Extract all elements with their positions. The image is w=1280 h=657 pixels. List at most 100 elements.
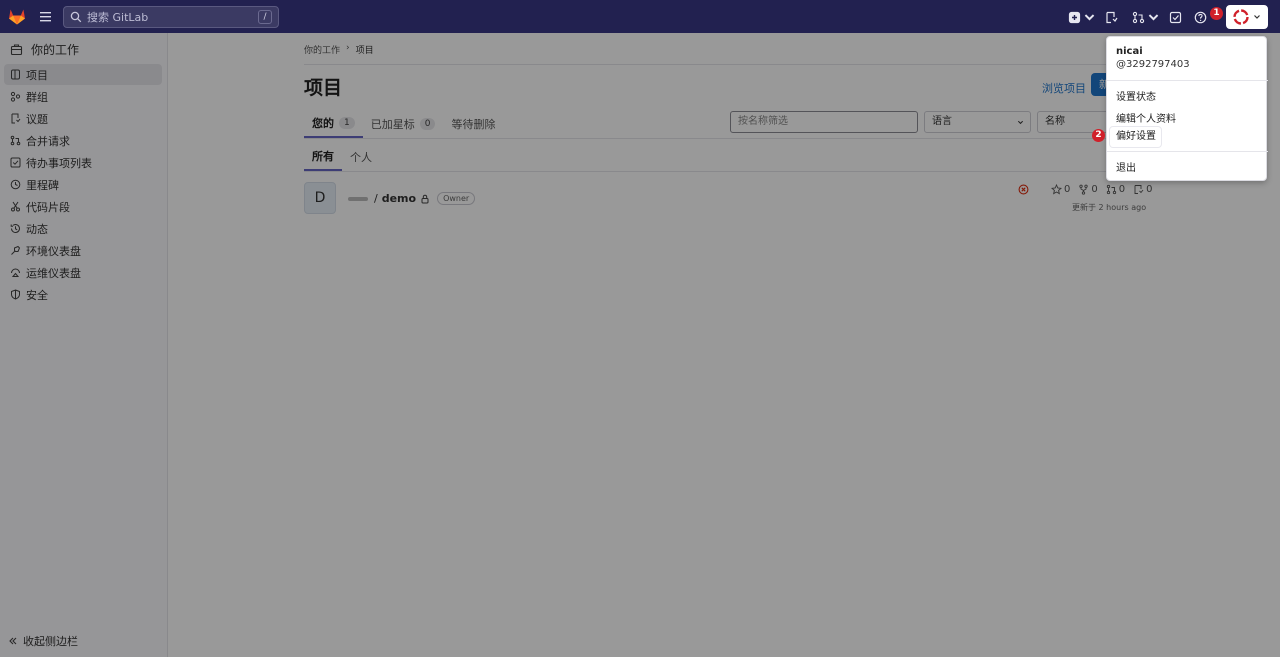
step-badge-2: 2 — [1092, 129, 1105, 142]
sidebar-item-label: 环境仪表盘 — [26, 244, 81, 258]
sidebar-item-security[interactable]: 安全 — [4, 284, 162, 305]
user-avatar-button[interactable] — [1226, 5, 1268, 29]
sidebar-item-environments[interactable]: 环境仪表盘 — [4, 240, 162, 261]
merge-requests-value: 0 — [1118, 184, 1126, 195]
subtab-all[interactable]: 所有 — [304, 143, 342, 171]
gitlab-logo[interactable] — [8, 8, 26, 25]
sort-select[interactable]: 名称 — [1037, 111, 1117, 133]
visibility-subtabs: 所有 个人 — [304, 143, 380, 171]
stars-count[interactable]: 0 — [1051, 184, 1070, 195]
breadcrumb-current[interactable]: 项目 — [356, 43, 374, 56]
tab-pending-deletion[interactable]: 等待删除 — [443, 110, 503, 138]
briefcase-icon — [10, 43, 23, 55]
issues-icon — [1134, 185, 1144, 194]
menu-item-set-status[interactable]: 设置状态 — [1116, 88, 1156, 103]
tab-label: 已加星标 — [370, 118, 415, 131]
search-shortcut-key: / — [258, 10, 272, 24]
pipeline-failed-icon[interactable] — [1018, 184, 1029, 195]
new-dropdown-button[interactable] — [1068, 10, 1096, 24]
sidebar-item-label: 议题 — [26, 112, 48, 126]
merge-requests-count[interactable]: 0 — [1106, 184, 1125, 195]
sidebar-item-label: 代码片段 — [26, 200, 70, 214]
top-navbar: 搜索 GitLab / 1 — [0, 0, 1280, 33]
sidebar-item-activity[interactable]: 动态 — [4, 218, 162, 239]
todos-button[interactable] — [1169, 10, 1182, 24]
project-name[interactable]: demo — [382, 192, 416, 205]
tab-count: 0 — [419, 118, 436, 130]
namespace-redacted — [348, 196, 368, 201]
project-path-separator: / — [374, 192, 378, 205]
sidebar-item-todos[interactable]: 待办事项列表 — [4, 152, 162, 173]
project-title[interactable]: / demo Owner — [348, 192, 476, 205]
tab-yours[interactable]: 您的 1 — [304, 110, 363, 138]
merge-requests-button[interactable] — [1132, 10, 1160, 24]
issues-button[interactable] — [1105, 10, 1118, 24]
collapse-sidebar-button[interactable]: 收起侧边栏 — [8, 633, 78, 649]
todo-icon — [10, 157, 21, 168]
double-chevron-left-icon — [9, 637, 17, 645]
sidebar-item-label: 待办事项列表 — [26, 156, 92, 170]
tab-label: 个人 — [350, 151, 372, 164]
breadcrumb-parent[interactable]: 你的工作 — [304, 43, 340, 56]
shield-icon — [11, 289, 20, 300]
sort-select-value: 名称 — [1045, 116, 1065, 127]
chevron-down-icon — [1017, 120, 1024, 125]
avatar-icon — [1233, 9, 1249, 25]
sidebar-item-label: 安全 — [26, 288, 48, 302]
sidebar-item-label: 群组 — [26, 90, 48, 104]
issues-icon — [1106, 11, 1118, 23]
forks-value: 0 — [1091, 184, 1098, 195]
sidebar-item-merge-requests[interactable]: 合并请求 — [4, 130, 162, 151]
sidebar-item-label: 合并请求 — [26, 134, 70, 148]
snippet-icon — [11, 201, 20, 212]
subtab-personal[interactable]: 个人 — [342, 143, 380, 171]
project-avatar[interactable]: D — [304, 182, 336, 214]
step-badge-1: 1 — [1210, 7, 1223, 20]
help-icon — [1194, 11, 1207, 23]
sidebar-title: 你的工作 — [10, 41, 79, 57]
hamburger-icon[interactable] — [38, 9, 53, 24]
help-button[interactable] — [1194, 10, 1207, 24]
breadcrumb-separator: › — [346, 43, 350, 53]
sidebar-item-projects[interactable]: 项目 — [4, 64, 162, 85]
sidebar-item-milestones[interactable]: 里程碑 — [4, 174, 162, 195]
operations-icon — [11, 268, 20, 277]
forks-count[interactable]: 0 — [1078, 184, 1098, 195]
tab-label: 您的 — [312, 117, 334, 130]
menu-item-preferences[interactable]: 偏好设置 — [1110, 127, 1161, 147]
issues-count[interactable]: 0 — [1133, 184, 1153, 195]
sidebar: 你的工作 项目 群组 议题 合并请求 待办事项列表 里程碑 代码片段 动态 环境… — [0, 33, 168, 657]
stars-value: 0 — [1064, 184, 1071, 195]
tab-label: 所有 — [312, 150, 334, 163]
chevron-down-icon — [1254, 15, 1260, 19]
project-icon — [11, 69, 20, 80]
filter-by-name-input[interactable]: 按名称筛选 — [730, 111, 918, 133]
project-stats: 0 0 0 0 — [1018, 184, 1153, 195]
search-box[interactable]: 搜索 GitLab / — [63, 6, 279, 28]
chevron-down-icon — [1084, 13, 1095, 21]
explore-projects-link[interactable]: 浏览项目 — [1042, 80, 1086, 96]
language-select[interactable]: 语言 — [924, 111, 1031, 133]
star-icon — [1051, 184, 1062, 195]
activity-icon — [10, 224, 20, 234]
user-handle[interactable]: @3292797403 — [1116, 59, 1190, 70]
sidebar-item-label: 里程碑 — [26, 178, 59, 192]
lock-icon — [421, 194, 429, 203]
project-row[interactable]: D / demo Owner 0 0 0 0 更新于 2 hours ago — [304, 182, 1256, 216]
sidebar-item-issues[interactable]: 议题 — [4, 108, 162, 129]
sidebar-item-groups[interactable]: 群组 — [4, 86, 162, 107]
sidebar-item-label: 动态 — [26, 222, 48, 236]
collapse-sidebar-label: 收起侧边栏 — [23, 635, 78, 648]
issues-icon — [11, 113, 21, 124]
fork-icon — [1079, 184, 1089, 195]
menu-item-sign-out[interactable]: 退出 — [1116, 159, 1136, 174]
plus-square-icon — [1068, 11, 1081, 23]
sidebar-item-snippets[interactable]: 代码片段 — [4, 196, 162, 217]
sidebar-item-operations[interactable]: 运维仪表盘 — [4, 262, 162, 283]
menu-item-edit-profile[interactable]: 编辑个人资料 — [1116, 110, 1176, 125]
search-placeholder: 搜索 GitLab — [87, 11, 149, 24]
tab-starred[interactable]: 已加星标 0 — [363, 110, 444, 138]
updated-timestamp: 更新于 2 hours ago — [1072, 203, 1147, 212]
sidebar-item-label: 运维仪表盘 — [26, 266, 81, 280]
user-display-name[interactable]: nicai — [1116, 46, 1143, 57]
